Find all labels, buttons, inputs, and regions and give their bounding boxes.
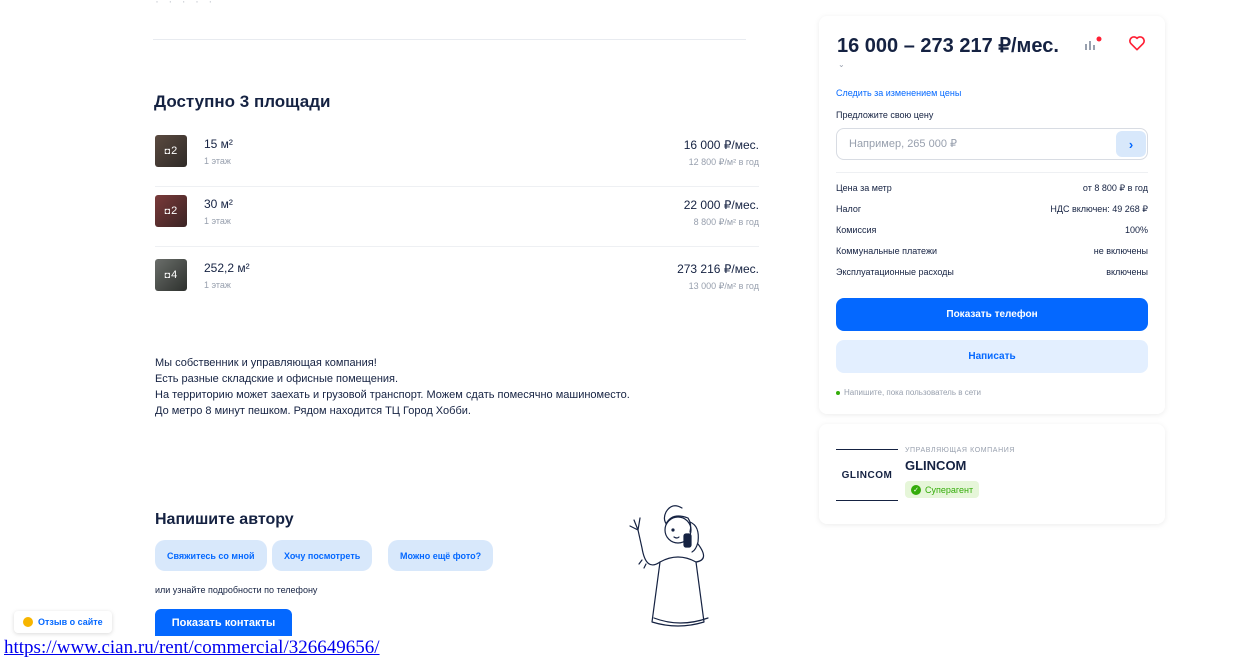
area-size: 252,2 м² [204,261,250,275]
cut-off-text: · · · · · [155,0,216,8]
param-key: Налог [836,204,862,214]
param-key: Эксплуатационные расходы [836,267,954,277]
show-phone-button[interactable]: Показать телефон [836,298,1148,331]
param-value: от 8 800 ₽ в год [1082,182,1148,193]
superagent-badge: ✓ Суперагент [905,481,980,498]
area-size: 15 м² [204,137,233,151]
area-floor: 1 этаж [204,216,231,226]
param-row: Налог НДС включен: 49 268 ₽ [836,199,1148,219]
divider [836,172,1148,173]
agent-type: УПРАВЛЯЮЩАЯ КОМПАНИЯ [905,447,1016,454]
area-price-per-year: 8 800 ₽/м² в год [693,217,759,227]
area-row[interactable]: ◘ 2 15 м² 1 этаж 16 000 ₽/мес. 12 800 ₽/… [155,135,759,187]
description-line: Есть разные складские и офисные помещени… [155,373,399,385]
chevron-down-icon[interactable]: ⌄ [838,60,845,69]
area-photo[interactable]: ◘ 4 [155,259,187,291]
area-price: 16 000 ₽/мес. [683,138,759,152]
area-floor: 1 этаж [204,280,231,290]
write-author-title: Напишите автору [155,511,294,528]
chart-icon[interactable] [1084,36,1102,50]
agent-logo[interactable]: GLINCOM [836,445,898,505]
arrow-right-icon: › [1128,136,1134,152]
divider [153,39,746,40]
agent-logo-text: GLINCOM [841,469,893,481]
param-row: Комиссия 100% [836,220,1148,240]
phone-hint: или узнайте подробности по телефону [155,585,318,595]
area-price: 273 216 ₽/мес. [677,262,759,276]
camera-icon: ◘ [164,270,171,280]
feedback-button[interactable]: Отзыв о сайте [14,611,112,633]
camera-icon: ◘ [164,206,171,216]
online-note: Напишите, пока пользователь в сети [836,388,981,397]
chip-want-to-view[interactable]: Хочу посмотреть [272,540,373,571]
description-line: Мы собственник и управляющая компания! [155,357,377,369]
photo-count: 2 [171,205,178,217]
param-value: не включены [1093,246,1148,256]
area-price: 22 000 ₽/мес. [683,198,759,212]
areas-title: Доступно 3 площади [154,92,331,111]
area-photo[interactable]: ◘ 2 [155,135,187,167]
superagent-label: Суперагент [925,484,974,495]
offer-submit-button[interactable]: › [1116,131,1146,157]
photo-count: 2 [171,145,178,157]
superagent-icon: ✓ [911,484,921,495]
area-price-per-year: 12 800 ₽/м² в год [688,157,759,167]
area-floor: 1 этаж [204,156,231,166]
show-contacts-button[interactable]: Показать контакты [155,609,292,636]
param-key: Цена за метр [836,183,892,193]
track-price-link[interactable]: Следить за изменением цены [836,88,961,98]
param-value: 100% [1124,225,1148,235]
description-line: На территорию может заехать и грузовой т… [155,389,630,401]
photo-count: 4 [171,269,178,281]
area-size: 30 м² [204,197,233,211]
offer-price-input[interactable] [836,128,1148,160]
description-line: До метро 8 минут пешком. Рядом находится… [155,405,471,417]
param-key: Коммунальные платежи [836,246,937,256]
param-key: Комиссия [836,225,877,235]
offer-price-label: Предложите свою цену [836,110,934,120]
param-value: НДС включен: 49 268 ₽ [1050,203,1148,214]
feedback-label: Отзыв о сайте [38,617,103,627]
girl-with-phone-illustration [629,505,709,627]
param-row: Цена за метр от 8 800 ₽ в год [836,178,1148,198]
param-value: включены [1106,267,1148,277]
area-row[interactable]: ◘ 2 30 м² 1 этаж 22 000 ₽/мес. 8 800 ₽/м… [155,195,759,247]
area-price-per-year: 13 000 ₽/м² в год [688,281,759,291]
camera-icon: ◘ [164,146,171,156]
chip-contact-me[interactable]: Свяжитесь со мной [155,540,267,571]
write-button[interactable]: Написать [836,340,1148,373]
area-photo[interactable]: ◘ 2 [155,195,187,227]
agent-name[interactable]: GLINCOM [905,458,966,473]
chip-more-photos[interactable]: Можно ещё фото? [388,540,494,571]
param-row: Эксплуатационные расходы включены [836,262,1148,282]
online-note-text: Напишите, пока пользователь в сети [844,388,982,397]
description: Мы собственник и управляющая компания! Е… [155,355,630,419]
heart-icon[interactable] [1127,33,1147,53]
price-range: 16 000 – 273 217 ₽/мес. [837,35,1059,57]
area-row[interactable]: ◘ 4 252,2 м² 1 этаж 273 216 ₽/мес. 13 00… [155,259,759,311]
smile-icon [23,617,33,627]
param-row: Коммунальные платежи не включены [836,241,1148,261]
online-dot-icon [836,390,840,395]
page-url-link[interactable]: https://www.cian.ru/rent/commercial/3266… [4,637,380,659]
